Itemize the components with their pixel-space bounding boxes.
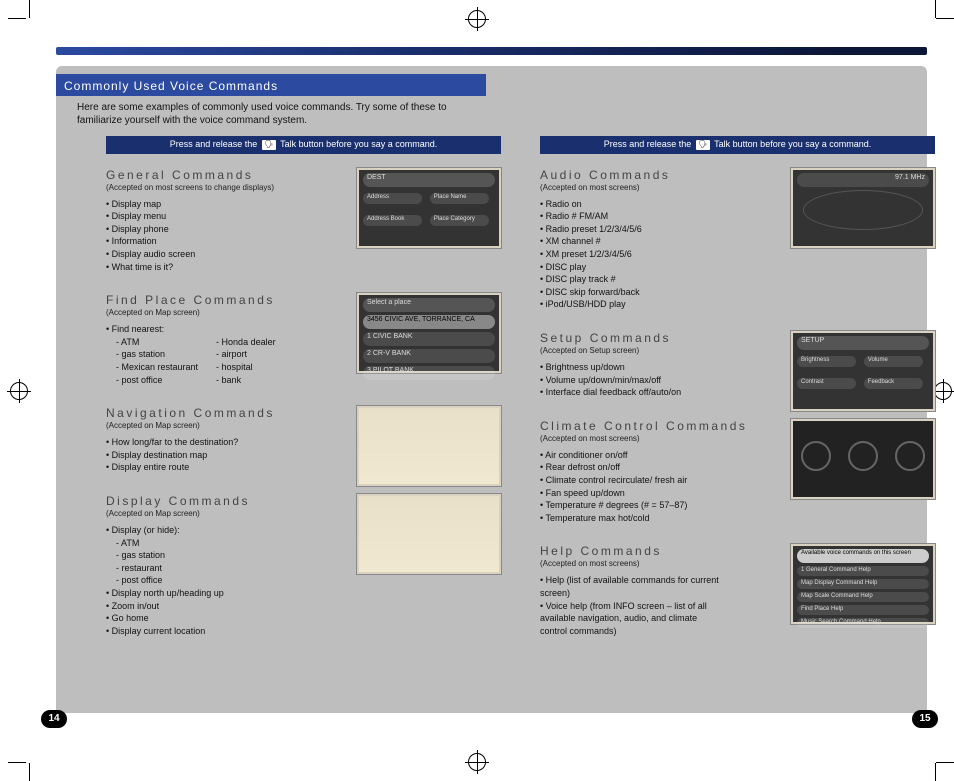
cmd-list: How long/far to the destination?Display … [106, 436, 286, 474]
screenshot-thumbnail [791, 419, 935, 499]
press-post: Talk button before you say a command. [714, 139, 871, 149]
crop-mark [8, 762, 26, 763]
cmd-list: Display (or hide):ATMgas stationrestaura… [106, 524, 286, 637]
crop-mark [8, 18, 26, 19]
press-post: Talk button before you say a command. [280, 139, 437, 149]
crop-mark [29, 0, 30, 18]
cmd-block: Setup Commands(Accepted on Setup screen)… [540, 331, 935, 399]
screenshot-thumbnail: 97.1 MHz [791, 168, 935, 248]
cmd-block: Find Place Commands(Accepted on Map scre… [106, 293, 501, 386]
registration-mark-icon [468, 10, 486, 28]
cmd-block: Audio Commands(Accepted on most screens)… [540, 168, 935, 311]
registration-mark-icon [468, 753, 486, 771]
cmd-list: Brightness up/downVolume up/down/min/max… [540, 361, 720, 399]
cmd-block: Navigation Commands(Accepted on Map scre… [106, 406, 501, 474]
section-title: Commonly Used Voice Commands [56, 74, 486, 96]
press-pre: Press and release the [604, 139, 692, 149]
cmd-list: Display mapDisplay menuDisplay phoneInfo… [106, 198, 286, 274]
page-number-right: 15 [912, 710, 938, 728]
crop-mark [936, 18, 954, 19]
cmd-list: Radio onRadio # FM/AMRadio preset 1/2/3/… [540, 198, 720, 311]
cmd-list: Air conditioner on/offRear defrost on/of… [540, 449, 720, 525]
cmd-list: Help (list of available commands for cur… [540, 574, 720, 637]
screenshot-thumbnail: Available voice commands on this screen1… [791, 544, 935, 624]
screenshot-thumbnail: SETUPBrightnessVolumeContrastFeedback [791, 331, 935, 411]
left-column: Press and release the 🗣 Talk button befo… [106, 136, 501, 657]
crop-mark [935, 0, 936, 18]
cmd-block: Help Commands(Accepted on most screens)H… [540, 544, 935, 637]
screenshot-thumbnail: DESTAddressPlace NameAddress BookPlace C… [357, 168, 501, 248]
right-column: Press and release the 🗣 Talk button befo… [540, 136, 935, 657]
press-bar-left: Press and release the 🗣 Talk button befo… [106, 136, 501, 154]
screenshot-thumbnail [357, 494, 501, 574]
crop-mark [29, 763, 30, 781]
cmd-block: General Commands(Accepted on most screen… [106, 168, 501, 274]
intro-text: Here are some examples of commonly used … [77, 101, 477, 127]
page-number-left: 14 [41, 710, 67, 728]
press-bar-right: Press and release the 🗣 Talk button befo… [540, 136, 935, 154]
crop-mark [936, 762, 954, 763]
crop-mark [935, 763, 936, 781]
cmd-block: Climate Control Commands(Accepted on mos… [540, 419, 935, 525]
screenshot-thumbnail [357, 406, 501, 486]
top-accent-bar [56, 47, 927, 55]
screenshot-thumbnail: Select a place3456 CIVIC AVE, TORRANCE, … [357, 293, 501, 373]
talk-icon: 🗣 [696, 140, 710, 150]
talk-icon: 🗣 [262, 140, 276, 150]
registration-mark-icon [10, 382, 28, 400]
page: Commonly Used Voice Commands Here are so… [0, 0, 954, 781]
cmd-list: Find nearest:ATMgas stationMexican resta… [106, 323, 286, 386]
cmd-block: Display Commands(Accepted on Map screen)… [106, 494, 501, 637]
registration-mark-icon [934, 382, 952, 400]
press-pre: Press and release the [170, 139, 258, 149]
